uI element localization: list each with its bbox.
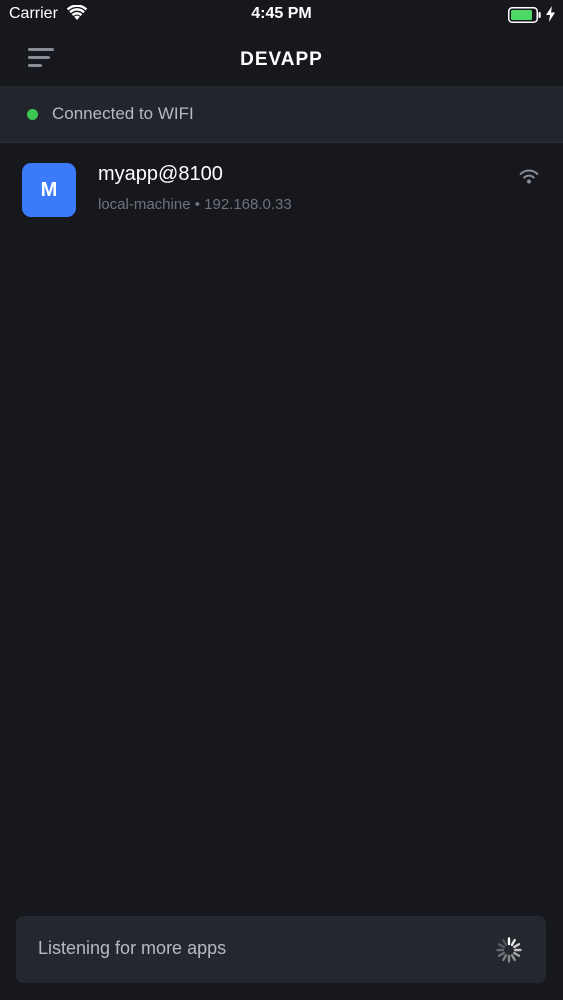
app-host-address: local-machine • 192.168.0.33 [98, 196, 292, 213]
app-name: myapp@8100 [98, 163, 223, 185]
app-list-item[interactable]: M myapp@8100 local-machine • 192.168.0.3… [0, 143, 563, 237]
connection-status-dot [27, 109, 38, 120]
loading-spinner-icon [495, 936, 523, 969]
listening-status-card: Listening for more apps [16, 916, 546, 983]
app-avatar: M [22, 163, 76, 217]
battery-icon [508, 7, 542, 28]
app-screen: Carrier 4:45 PM DEVAPP Connected to WIFI… [0, 0, 563, 1000]
status-bar: Carrier 4:45 PM [0, 0, 563, 30]
app-title: DEVAPP [240, 49, 323, 70]
connection-status-text: Connected to WIFI [52, 104, 194, 123]
clock-time: 4:45 PM [251, 5, 312, 22]
listening-status-text: Listening for more apps [38, 938, 227, 958]
connection-banner: Connected to WIFI [0, 86, 563, 143]
navigation-bar: DEVAPP [0, 30, 563, 86]
wifi-signal-icon [518, 168, 540, 189]
charging-bolt-icon [546, 6, 555, 27]
